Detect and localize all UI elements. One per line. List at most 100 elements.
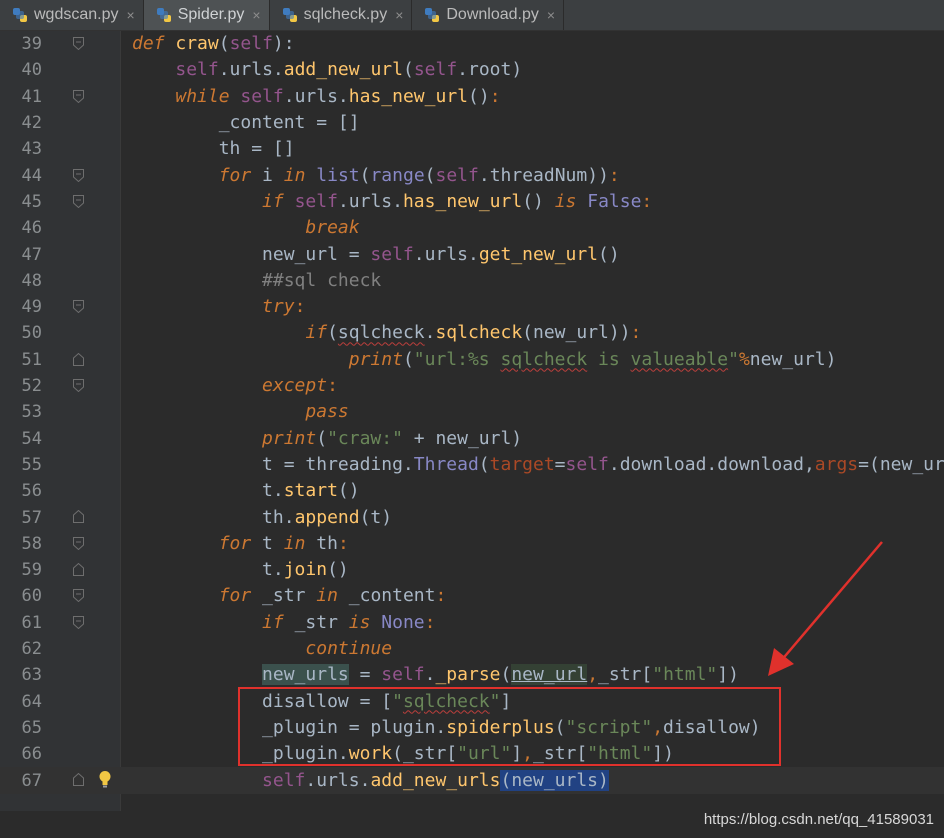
- code-line[interactable]: 63 new_urls = self._parse(new_url,_str["…: [0, 662, 944, 688]
- code-line[interactable]: 61 if _str is None:: [0, 610, 944, 636]
- tab-label: wgdscan.py: [34, 6, 119, 23]
- code-line[interactable]: 52 except:: [0, 373, 944, 399]
- code-line[interactable]: 43 th = []: [0, 136, 944, 162]
- line-number: 61: [21, 612, 42, 633]
- code-line[interactable]: 49 try:: [0, 294, 944, 320]
- code-editor[interactable]: 39 def craw(self): 40 self.urls.add_new_…: [0, 31, 944, 811]
- code-line[interactable]: 64 disallow = ["sqlcheck"]: [0, 689, 944, 715]
- python-file-icon: [13, 8, 27, 22]
- line-number: 53: [21, 402, 42, 423]
- code-text: disallow = ["sqlcheck"]: [132, 690, 512, 712]
- fold-icon[interactable]: [73, 89, 84, 103]
- code-text: self.urls.add_new_url(self.root): [175, 59, 523, 81]
- code-line[interactable]: 54 print("craw:" + new_url): [0, 426, 944, 452]
- tab-download[interactable]: Download.py ×: [412, 0, 565, 30]
- fold-icon[interactable]: [73, 37, 84, 50]
- code-text: ##sql check: [262, 269, 382, 291]
- editor-tab-bar: wgdscan.py × Spider.py × sqlcheck.py × D…: [0, 0, 944, 31]
- code-line[interactable]: 44 for i in list(range(self.threadNum)):: [0, 163, 944, 189]
- fold-icon[interactable]: [73, 378, 84, 392]
- code-text: _plugin.work(_str["url"],_str["html"]): [132, 743, 674, 765]
- code-line[interactable]: 45 if self.urls.has_new_url() is False:: [0, 189, 944, 215]
- code-line[interactable]: 65 _plugin = plugin.spiderplus("script",…: [0, 715, 944, 741]
- code-text: t = threading.Thread(target=self.downloa…: [132, 453, 944, 475]
- code-line[interactable]: 56 t.start(): [0, 478, 944, 504]
- line-number: 54: [21, 428, 42, 449]
- fold-end-icon[interactable]: [73, 773, 84, 787]
- line-number: 62: [21, 639, 42, 660]
- code-line[interactable]: 48 ##sql check: [0, 268, 944, 294]
- tab-sqlcheck[interactable]: sqlcheck.py ×: [270, 0, 413, 30]
- code-line[interactable]: 57 th.append(t): [0, 504, 944, 530]
- line-number: 41: [21, 86, 42, 107]
- code-text: except:: [262, 375, 338, 397]
- code-text: self.urls.add_new_urls(new_urls): [262, 769, 609, 791]
- fold-end-icon[interactable]: [73, 510, 84, 524]
- code-text: for _str in _content:: [218, 585, 447, 607]
- tab-spider[interactable]: Spider.py ×: [143, 0, 270, 30]
- code-line-current[interactable]: 67 self.urls.add_new_urls(new_urls): [0, 767, 944, 794]
- code-text: continue: [305, 638, 393, 660]
- code-line[interactable]: 39 def craw(self):: [0, 31, 944, 57]
- close-tab-icon[interactable]: ×: [395, 7, 403, 23]
- code-text: def craw(self):: [132, 33, 295, 55]
- line-number: 67: [21, 770, 42, 791]
- tab-label: Spider.py: [177, 6, 245, 23]
- code-line[interactable]: 42 _content = []: [0, 110, 944, 136]
- fold-icon[interactable]: [73, 300, 84, 313]
- fold-icon[interactable]: [73, 615, 84, 629]
- code-line[interactable]: 41 while self.urls.has_new_url():: [0, 84, 944, 110]
- code-text: t.join(): [132, 559, 349, 581]
- code-line[interactable]: 58 for t in th:: [0, 531, 944, 557]
- close-tab-icon[interactable]: ×: [127, 7, 135, 23]
- code-text: break: [305, 217, 360, 239]
- code-line[interactable]: 51 print("url:%s sqlcheck is valueable"%…: [0, 347, 944, 373]
- code-line[interactable]: 59 t.join(): [0, 557, 944, 583]
- tab-label: sqlcheck.py: [303, 6, 388, 23]
- code-line[interactable]: 62 continue: [0, 636, 944, 662]
- code-text: th = []: [132, 138, 295, 160]
- fold-icon[interactable]: [73, 194, 84, 208]
- code-line[interactable]: 46 break: [0, 215, 944, 241]
- line-number: 59: [21, 560, 42, 581]
- code-text: for i in list(range(self.threadNum)):: [218, 164, 620, 186]
- code-line[interactable]: 50 if(sqlcheck.sqlcheck(new_url)):: [0, 320, 944, 346]
- fold-end-icon[interactable]: [73, 352, 84, 366]
- code-text: print("craw:" + new_url): [262, 427, 523, 449]
- line-number: 60: [21, 586, 42, 607]
- line-number: 40: [21, 60, 42, 81]
- code-text: t.start(): [132, 480, 360, 502]
- close-tab-icon[interactable]: ×: [252, 7, 260, 23]
- code-line[interactable]: 53 pass: [0, 399, 944, 425]
- fold-end-icon[interactable]: [73, 563, 84, 576]
- line-number: 63: [21, 665, 42, 686]
- fold-icon[interactable]: [73, 536, 84, 550]
- code-text: for t in th:: [218, 532, 349, 554]
- fold-icon[interactable]: [73, 168, 84, 182]
- code-text: print("url:%s sqlcheck is valueable"%new…: [348, 348, 837, 370]
- python-file-icon: [425, 8, 440, 22]
- close-tab-icon[interactable]: ×: [547, 7, 555, 23]
- tab-wgdscan[interactable]: wgdscan.py ×: [0, 0, 144, 30]
- code-line[interactable]: 47 new_url = self.urls.get_new_url(): [0, 241, 944, 267]
- line-number: 42: [21, 113, 42, 134]
- line-number: 51: [21, 349, 42, 370]
- line-number: 65: [21, 717, 42, 738]
- code-text: if _str is None:: [262, 611, 436, 633]
- code-text: if(sqlcheck.sqlcheck(new_url)):: [305, 322, 642, 344]
- line-number: 52: [21, 376, 42, 397]
- code-line[interactable]: 40 self.urls.add_new_url(self.root): [0, 57, 944, 83]
- line-number: 55: [21, 454, 42, 475]
- line-number: 66: [21, 744, 42, 765]
- python-file-icon: [282, 8, 297, 22]
- code-text: pass: [305, 401, 349, 423]
- lightbulb-icon[interactable]: [98, 770, 112, 788]
- python-file-icon: [156, 8, 171, 22]
- code-line[interactable]: 60 for _str in _content:: [0, 583, 944, 609]
- code-text: th.append(t): [132, 506, 393, 528]
- code-text: if self.urls.has_new_url() is False:: [262, 190, 653, 212]
- fold-icon[interactable]: [73, 589, 84, 603]
- code-line[interactable]: 55 t = threading.Thread(target=self.down…: [0, 452, 944, 478]
- line-number: 58: [21, 533, 42, 554]
- code-line[interactable]: 66 _plugin.work(_str["url"],_str["html"]…: [0, 741, 944, 767]
